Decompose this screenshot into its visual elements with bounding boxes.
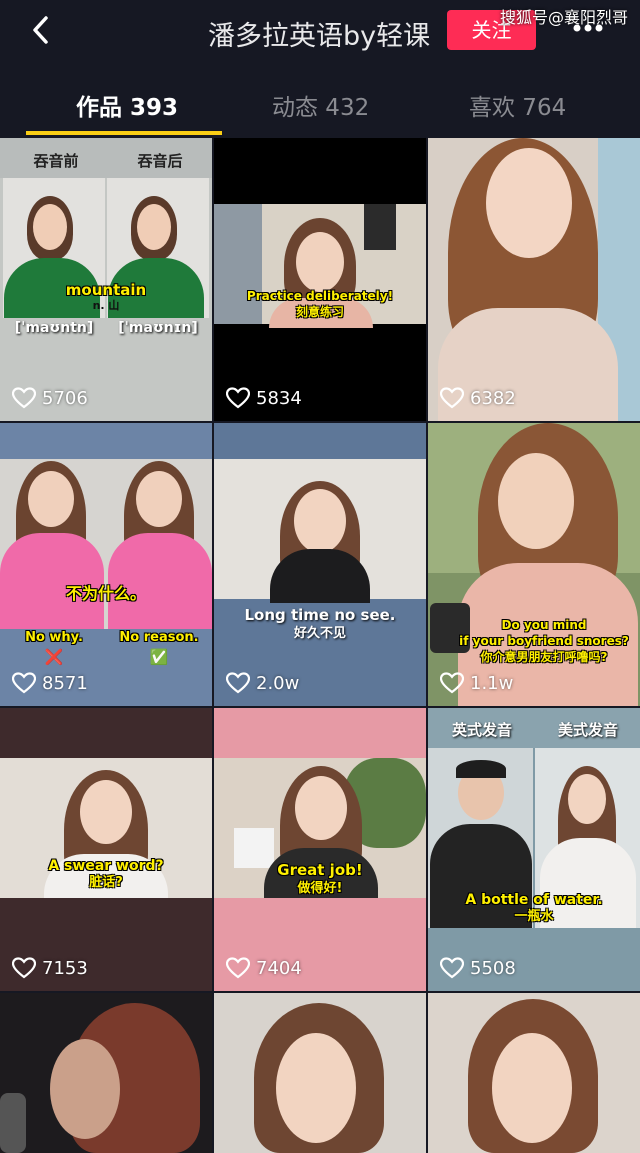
tab-works[interactable]: 作品 393 xyxy=(76,88,178,122)
heart-icon xyxy=(226,672,250,694)
caption: Do you mind xyxy=(501,618,587,632)
caption: Great job! xyxy=(277,861,363,879)
heart-icon xyxy=(226,957,250,979)
like-count-value: 5834 xyxy=(256,387,302,409)
like-count: 8571 xyxy=(12,672,88,694)
more-dots-icon[interactable] xyxy=(572,22,604,34)
like-count: 6382 xyxy=(440,387,516,409)
video-thumbnail[interactable] xyxy=(428,993,640,1153)
caption: 你介意男朋友打呼噜吗? xyxy=(480,650,608,664)
like-count: 2.0w xyxy=(226,672,299,694)
like-count-value: 5706 xyxy=(42,387,88,409)
caption: mountain xyxy=(65,281,147,299)
like-count-value: 8571 xyxy=(42,672,88,694)
caption: 做得好! xyxy=(297,881,343,896)
caption: [ˈmaʊnɪn] xyxy=(118,320,198,336)
caption: 不为什么。 xyxy=(65,584,146,603)
tab-posts[interactable]: 动态 432 xyxy=(272,88,369,122)
like-count-value: 2.0w xyxy=(256,672,300,694)
video-thumbnail[interactable]: Practice deliberately! 刻意练习 5834 xyxy=(214,138,426,421)
video-thumbnail[interactable]: 英式发音 美式发音 A bottle of water. 一瓶水 5508 xyxy=(428,708,640,991)
heart-icon xyxy=(226,387,250,409)
profile-tabs: 作品 393 动态 432 喜欢 764 xyxy=(0,64,640,138)
caption: 刻意练习 xyxy=(295,305,344,319)
like-count-value: 1.1w xyxy=(470,672,514,694)
video-thumbnail[interactable]: Long time no see. 好久不见 2.0w xyxy=(214,423,426,706)
watermark: 搜狐号@襄阳烈哥 xyxy=(500,8,629,27)
heart-icon xyxy=(12,672,36,694)
like-count-value: 6382 xyxy=(470,387,516,409)
heart-icon xyxy=(12,387,36,409)
chevron-left-icon[interactable] xyxy=(26,14,58,46)
video-thumbnail[interactable]: 不为什么。 No why. No reason. ❌ ✅ 8571 xyxy=(0,423,212,706)
check-mark-icon: ✅ xyxy=(149,648,169,666)
caption: No reason. xyxy=(119,630,199,645)
caption: 脏话? xyxy=(89,875,123,890)
like-count: 5706 xyxy=(12,387,88,409)
heart-icon xyxy=(12,957,36,979)
account-title: 潘多拉英语by轻课 xyxy=(208,21,431,52)
video-thumbnail[interactable] xyxy=(214,993,426,1153)
caption: 好久不见 xyxy=(293,626,346,641)
caption: 美式发音 xyxy=(557,721,618,739)
caption: Long time no see. xyxy=(244,606,396,624)
caption: 一瓶水 xyxy=(514,909,554,924)
like-count: 1.1w xyxy=(440,672,513,694)
tab-likes[interactable]: 喜欢 764 xyxy=(469,88,566,122)
video-thumbnail[interactable]: Do you mind if your boyfriend snores? 你介… xyxy=(428,423,640,706)
caption: n. 山 xyxy=(92,299,120,312)
video-thumbnail[interactable]: 吞音前 吞音后 mountain n. 山 [ˈmaʊntn] [ˈmaʊnɪn… xyxy=(0,138,212,421)
like-count: 7153 xyxy=(12,957,88,979)
like-count: 5834 xyxy=(226,387,302,409)
caption: A bottle of water. xyxy=(465,892,603,908)
top-bar: 潘多拉英语by轻课 关注 搜狐号@襄阳烈哥 xyxy=(0,0,640,64)
like-count-value: 7153 xyxy=(42,957,88,979)
like-count: 5508 xyxy=(440,957,516,979)
heart-icon xyxy=(440,387,464,409)
video-thumbnail[interactable]: Great job! 做得好! 7404 xyxy=(214,708,426,991)
like-count-value: 7404 xyxy=(256,957,302,979)
heart-icon xyxy=(440,957,464,979)
video-thumbnail[interactable]: A swear word? 脏话? 7153 xyxy=(0,708,212,991)
video-thumbnail[interactable] xyxy=(0,993,212,1153)
caption: 吞音后 xyxy=(137,152,183,170)
caption: A swear word? xyxy=(48,858,164,874)
caption: if your boyfriend snores? xyxy=(459,634,629,648)
caption: Practice deliberately! xyxy=(246,289,394,303)
like-count: 7404 xyxy=(226,957,302,979)
heart-icon xyxy=(440,672,464,694)
video-thumbnail[interactable]: 6382 xyxy=(428,138,640,421)
like-count-value: 5508 xyxy=(470,957,516,979)
active-tab-indicator xyxy=(26,131,222,135)
